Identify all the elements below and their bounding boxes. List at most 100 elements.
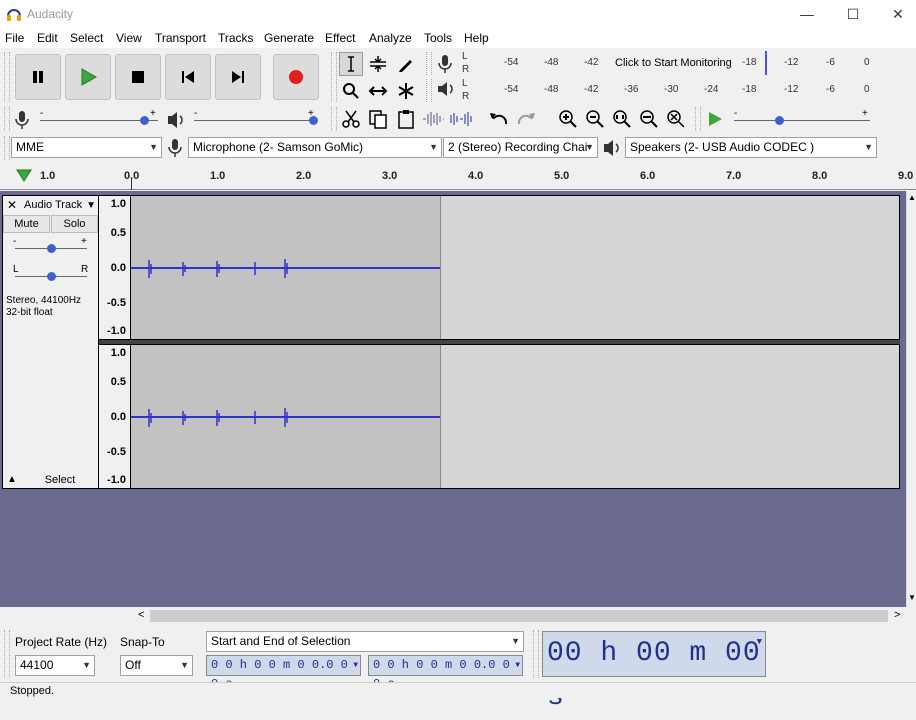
pin-playhead-icon[interactable]: [16, 167, 32, 183]
record-button[interactable]: [273, 54, 319, 100]
selection-start-time[interactable]: 0 0 h 0 0 m 0 0.0 0 0 s ▼: [206, 655, 361, 691]
scroll-up-icon[interactable]: ▲: [908, 193, 916, 202]
solo-button[interactable]: Solo: [51, 215, 98, 233]
silence-button[interactable]: [449, 107, 473, 131]
toolbar-grip[interactable]: [426, 79, 432, 102]
waveform-channel-left[interactable]: [130, 195, 900, 340]
audio-position-display[interactable]: 00 h 00 m 00 s ▼: [542, 631, 766, 713]
selection-tool-button[interactable]: [339, 52, 363, 76]
undo-button[interactable]: [487, 107, 511, 131]
fit-project-button[interactable]: [637, 107, 661, 131]
scroll-right-icon[interactable]: >: [894, 609, 900, 621]
menu-file[interactable]: File: [5, 31, 24, 45]
waveform-channel-right[interactable]: [130, 344, 900, 489]
ruler-tick: 3.0: [382, 170, 398, 182]
toolbar-grip[interactable]: [331, 52, 337, 102]
cut-button[interactable]: [339, 107, 363, 131]
close-button[interactable]: ✕: [875, 0, 916, 28]
menu-analyze[interactable]: Analyze: [369, 31, 412, 45]
vertical-ruler-right[interactable]: 1.0 0.5 0.0 -0.5 -1.0: [99, 344, 130, 489]
record-volume-slider[interactable]: - +: [40, 108, 158, 126]
vertical-ruler-left[interactable]: 1.0 0.5 0.0 -0.5 -1.0: [99, 195, 130, 340]
menu-tracks[interactable]: Tracks: [218, 31, 254, 45]
toolbar-grip[interactable]: [4, 630, 10, 678]
track-name: Audio Track: [24, 199, 83, 211]
playback-meter[interactable]: -54 -48 -42 -36 -30 -24 -18 -12 -6 0: [472, 78, 876, 104]
slider-thumb[interactable]: [47, 244, 56, 253]
toolbar-grip[interactable]: [4, 52, 10, 102]
toolbar-grip[interactable]: [4, 136, 10, 160]
meter-tick: -18: [742, 84, 757, 95]
record-meter[interactable]: -54 -48 -42 Click to Start Monitoring -1…: [472, 51, 876, 77]
menu-tools[interactable]: Tools: [424, 31, 452, 45]
menu-edit[interactable]: Edit: [37, 31, 58, 45]
redo-button[interactable]: [514, 107, 538, 131]
pause-button[interactable]: [15, 54, 61, 100]
snap-to-dropdown[interactable]: Off ▼: [120, 655, 193, 676]
toolbar-grip[interactable]: [331, 107, 337, 131]
selection-mode-value: Start and End of Selection: [211, 634, 351, 648]
toolbar-grip[interactable]: [426, 52, 432, 75]
collapse-track-button[interactable]: ▲: [3, 472, 21, 488]
recording-device-dropdown[interactable]: Microphone (2- Samson GoMic) ▼: [188, 137, 442, 158]
zoom-in-button[interactable]: [556, 107, 580, 131]
paste-button[interactable]: [394, 107, 418, 131]
copy-button[interactable]: [366, 107, 390, 131]
horizontal-scrollbar[interactable]: < >: [0, 607, 916, 625]
playback-meter-button[interactable]: [436, 80, 456, 101]
zoom-toggle-button[interactable]: [664, 107, 688, 131]
record-meter-button[interactable]: [436, 54, 454, 77]
toolbar-grip[interactable]: [4, 107, 10, 131]
scroll-down-icon[interactable]: ▼: [908, 593, 916, 602]
slider-thumb[interactable]: [140, 116, 149, 125]
time-shift-tool-button[interactable]: [366, 79, 390, 103]
toolbar-grip[interactable]: [533, 630, 539, 678]
envelope-tool-button[interactable]: [366, 52, 390, 76]
recording-channels-dropdown[interactable]: 2 (Stereo) Recording Chai ▼: [443, 137, 598, 158]
menu-effect[interactable]: Effect: [325, 31, 355, 45]
maximize-button[interactable]: ☐: [830, 0, 876, 28]
mute-button[interactable]: Mute: [3, 215, 50, 233]
menu-select[interactable]: Select: [70, 31, 103, 45]
project-rate-dropdown[interactable]: 44100 ▼: [15, 655, 95, 676]
vertical-scrollbar[interactable]: ▲ ▼: [906, 191, 916, 607]
timeline-ruler[interactable]: 1.0 0.0 1.0 2.0 3.0 4.0 5.0 6.0 7.0 8.0 …: [0, 163, 916, 190]
chevron-down-icon: ▼: [429, 142, 438, 152]
slider-thumb[interactable]: [47, 272, 56, 281]
audio-host-dropdown[interactable]: MME ▼: [11, 137, 162, 158]
multi-tool-button[interactable]: [394, 79, 418, 103]
menu-generate[interactable]: Generate: [264, 31, 314, 45]
track-pan-slider[interactable]: L R: [13, 264, 89, 284]
skip-to-end-button[interactable]: [215, 54, 261, 100]
play-button[interactable]: [65, 54, 111, 100]
menu-help[interactable]: Help: [464, 31, 489, 45]
slider-thumb[interactable]: [775, 116, 784, 125]
draw-tool-button[interactable]: [394, 52, 418, 76]
selection-mode-dropdown[interactable]: Start and End of Selection ▼: [206, 631, 524, 652]
playback-device-dropdown[interactable]: Speakers (2- USB Audio CODEC ) ▼: [625, 137, 877, 158]
skip-to-start-button[interactable]: [165, 54, 211, 100]
playback-speed-slider[interactable]: - +: [734, 108, 870, 126]
selection-end-time[interactable]: 0 0 h 0 0 m 0 0.0 0 0 s ▼: [368, 655, 523, 691]
track-gain-slider[interactable]: - +: [13, 236, 89, 256]
slider-thumb[interactable]: [309, 116, 318, 125]
stop-button[interactable]: [115, 54, 161, 100]
minimize-button[interactable]: —: [784, 0, 830, 28]
select-track-button[interactable]: Select: [22, 472, 98, 488]
track-menu-button[interactable]: Audio Track ▼: [22, 197, 98, 214]
scroll-thumb[interactable]: [150, 610, 888, 622]
track-close-button[interactable]: ✕: [3, 196, 21, 214]
trim-button[interactable]: [421, 107, 445, 131]
zoom-out-button[interactable]: [583, 107, 607, 131]
menu-transport[interactable]: Transport: [155, 31, 206, 45]
chevron-down-icon: ▼: [82, 660, 91, 670]
gain-plus-label: +: [81, 236, 87, 247]
monitoring-prompt[interactable]: Click to Start Monitoring: [615, 57, 732, 69]
menu-view[interactable]: View: [116, 31, 142, 45]
play-at-speed-button[interactable]: [703, 107, 727, 131]
fit-selection-button[interactable]: [610, 107, 634, 131]
playback-volume-slider[interactable]: - +: [194, 108, 318, 126]
toolbar-grip[interactable]: [695, 107, 701, 131]
scroll-left-icon[interactable]: <: [138, 609, 144, 621]
zoom-tool-button[interactable]: [339, 79, 363, 103]
